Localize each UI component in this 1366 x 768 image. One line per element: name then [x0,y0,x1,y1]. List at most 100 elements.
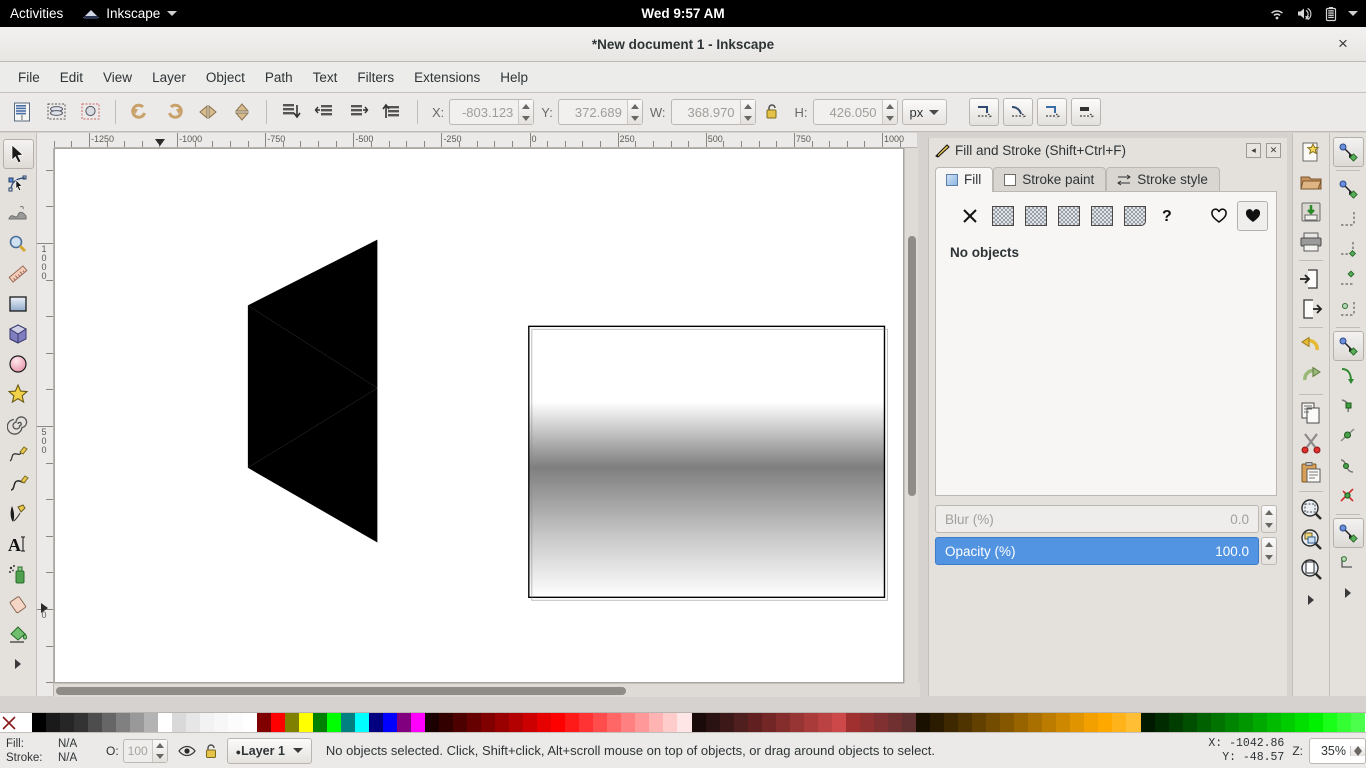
canvas[interactable] [54,148,904,683]
palette-swatch[interactable] [369,713,383,733]
spray-tool[interactable] [3,559,34,589]
save-document-button[interactable] [1296,197,1327,227]
star-tool[interactable] [3,379,34,409]
opacity-spin-down[interactable] [1262,551,1276,564]
palette-swatch[interactable] [1056,713,1070,733]
palette-swatch[interactable] [271,713,285,733]
palette-swatch[interactable] [1309,713,1323,733]
palette-swatch[interactable] [383,713,397,733]
palette-swatch[interactable] [621,713,635,733]
palette-swatch[interactable] [1253,713,1267,733]
palette-swatch[interactable] [327,713,341,733]
palette-swatch[interactable] [257,713,271,733]
palette-swatch[interactable] [944,713,958,733]
palette-swatch[interactable] [228,713,242,733]
raise-button[interactable] [310,98,340,126]
snap-paths-button[interactable] [1333,361,1364,391]
y-spin-up[interactable] [628,100,642,112]
gradient-rectangle[interactable] [529,326,888,600]
palette-swatch[interactable] [790,713,804,733]
palette-swatch[interactable] [60,713,74,733]
swatch-button[interactable] [1119,201,1150,231]
palette-swatch[interactable] [186,713,200,733]
snap-page-border-button[interactable] [1333,548,1364,578]
palette-swatch[interactable] [565,713,579,733]
dock-close-button[interactable]: ✕ [1266,143,1281,158]
palette-swatch[interactable] [453,713,467,733]
w-field[interactable] [671,99,756,125]
unknown-paint-button[interactable]: ? [1152,201,1183,231]
export-button[interactable] [1296,294,1327,324]
palette-swatch[interactable] [832,713,846,733]
palette-swatch[interactable] [1323,713,1337,733]
palette-swatch[interactable] [734,713,748,733]
opacity-slider[interactable]: Opacity (%) 100.0 [935,537,1259,565]
snap-midpoints-button[interactable] [1333,481,1364,511]
h-spin-buttons[interactable] [882,100,897,124]
open-document-button[interactable] [1296,167,1327,197]
palette-none-button[interactable] [0,713,18,733]
y-field[interactable] [558,99,643,125]
palette-swatch[interactable] [762,713,776,733]
activities-button[interactable]: Activities [0,6,75,21]
palette-swatch[interactable] [116,713,130,733]
deselect-button[interactable] [76,98,106,126]
app-menu-button[interactable]: Inkscape [75,6,185,21]
menu-layer[interactable]: Layer [142,66,196,89]
print-button[interactable] [1296,227,1327,257]
palette-swatch[interactable] [986,713,1000,733]
palette-swatch[interactable] [635,713,649,733]
palette-swatch[interactable] [1070,713,1084,733]
new-document-button[interactable] [1296,137,1327,167]
palette-swatch[interactable] [1141,713,1155,733]
palette-swatch[interactable] [523,713,537,733]
rectangle-tool[interactable] [3,289,34,319]
menu-extensions[interactable]: Extensions [404,66,490,89]
layer-lock-button[interactable] [204,743,219,759]
layer-visibility-button[interactable] [178,744,196,758]
palette-swatch[interactable] [214,713,228,733]
pencil-tool[interactable] [3,439,34,469]
fill-rule-nonzero-button[interactable] [1204,201,1235,231]
palette-swatch[interactable] [874,713,888,733]
tray-chevron-down-icon[interactable] [1348,11,1358,16]
palette-swatch[interactable] [958,713,972,733]
enable-snapping-button[interactable] [1333,137,1364,167]
snap-smooth-nodes-button[interactable] [1333,451,1364,481]
zoom-drawing-button[interactable] [1296,525,1327,555]
ruler-corner[interactable] [37,133,54,148]
blur-spin-up[interactable] [1262,506,1276,519]
palette-swatch[interactable] [902,713,916,733]
palette-swatch[interactable] [481,713,495,733]
palette-swatch[interactable] [509,713,523,733]
palette-swatch[interactable] [1126,713,1140,733]
snap-bbox-edges-button[interactable] [1333,204,1364,234]
palette-swatch[interactable] [1351,713,1365,733]
dock-collapse-button[interactable]: ◂ [1246,143,1261,158]
palette-swatch[interactable] [1112,713,1126,733]
tweak-tool[interactable] [3,199,34,229]
vertical-scrollbar-thumb[interactable] [908,236,916,496]
w-spin-up[interactable] [741,100,755,112]
ellipse-tool[interactable] [3,349,34,379]
palette-swatch[interactable] [1155,713,1169,733]
window-close-button[interactable]: × [1334,35,1352,53]
h-input[interactable] [814,100,882,124]
palette-swatch[interactable] [285,713,299,733]
palette-swatch[interactable] [18,713,32,733]
undo-button[interactable] [1296,331,1327,361]
measure-tool[interactable] [3,259,34,289]
pattern-button[interactable] [1086,201,1117,231]
redo-button[interactable] [1296,361,1327,391]
h-spin-up[interactable] [883,100,897,112]
palette-swatch[interactable] [1211,713,1225,733]
affect-patterns-button[interactable] [1071,98,1101,126]
palette-swatch[interactable] [397,713,411,733]
layer-selector[interactable]: ●Layer 1 [227,738,312,764]
fill-stroke-indicator[interactable]: Fill: N/A Stroke: N/A [0,737,100,765]
paint-bucket-tool[interactable] [3,619,34,649]
x-field[interactable] [449,99,534,125]
palette-swatch[interactable] [158,713,172,733]
snap-nodes-button[interactable] [1333,331,1364,361]
palette-swatch[interactable] [299,713,313,733]
